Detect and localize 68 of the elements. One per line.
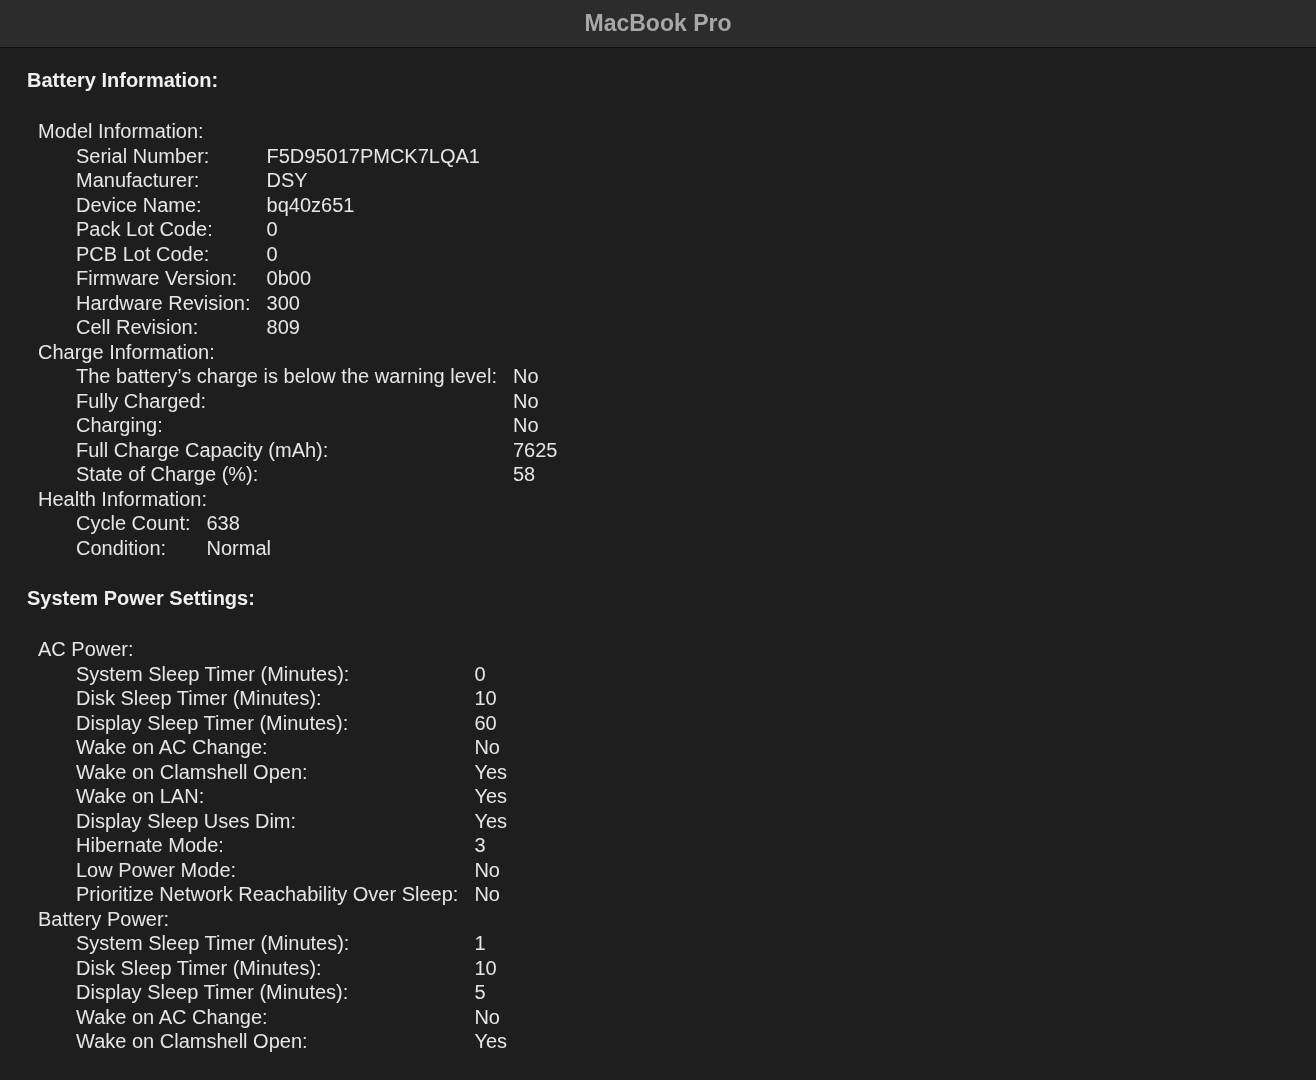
field-value: 300 [266, 290, 301, 315]
field-label: Disk Sleep Timer (Minutes): [75, 686, 323, 711]
field-value: 1 [474, 931, 487, 956]
group-label: AC Power: [38, 637, 135, 662]
field-value: 638 [206, 511, 241, 536]
field-label: Wake on LAN: [75, 784, 206, 809]
field-label: Firmware Version: [75, 266, 239, 291]
field-label: Hibernate Mode: [75, 833, 225, 858]
field-label: Full Charge Capacity (mAh): [75, 437, 330, 462]
field-value: 0b00 [266, 266, 312, 291]
group-label: Health Information: [38, 486, 208, 511]
field-value: 7625 [512, 437, 558, 462]
field-label: Low Power Mode: [75, 857, 238, 882]
field-value: 0 [474, 661, 487, 686]
group-label: Model Information: [38, 119, 205, 144]
field-value: Yes [474, 759, 507, 784]
field-label: Prioritize Network Reachability Over Sleep: [75, 882, 459, 907]
field-label: Device Name: [75, 192, 203, 217]
field-label: Display Sleep Timer (Minutes): [75, 980, 350, 1005]
field-value: Yes [474, 784, 507, 809]
field-label: Wake on Clamshell Open: [75, 759, 309, 784]
field-label: Wake on AC Change: [75, 735, 269, 760]
field-label: Charging: [75, 413, 164, 438]
field-value: No [474, 1004, 501, 1029]
field-value: 60 [474, 710, 498, 735]
field-label: System Sleep Timer (Minutes): [75, 661, 351, 686]
field-value: 0 [266, 241, 279, 266]
field-label: Wake on Clamshell Open: [75, 1029, 309, 1054]
field-label: Manufacturer: [75, 168, 201, 193]
field-label: Wake on AC Change: [75, 1004, 269, 1029]
field-label: State of Charge (%): [75, 462, 260, 487]
field-value: 3 [474, 833, 487, 858]
field-value: F5D95017PMCK7LQA1 [266, 143, 480, 168]
field-value: 5 [474, 980, 487, 1005]
field-value: 58 [512, 462, 537, 487]
field-value: No [512, 364, 540, 389]
field-label: Hardware Revision: [75, 290, 251, 315]
field-value: 0 [266, 217, 279, 242]
field-value: Yes [474, 1029, 507, 1054]
field-label: Serial Number: [75, 143, 211, 168]
field-value: No [512, 388, 540, 413]
field-label: Cell Revision: [75, 315, 200, 340]
field-label: PCB Lot Code: [75, 241, 211, 266]
group-label: Battery Power: [38, 906, 171, 931]
field-value: No [474, 735, 501, 760]
group-label: Charge Information: [38, 339, 216, 364]
section-heading: System Power Settings: [27, 586, 256, 611]
field-value: DSY [266, 168, 309, 193]
field-label: Display Sleep Timer (Minutes): [75, 710, 350, 735]
field-label: Display Sleep Uses Dim: [75, 808, 298, 833]
section-heading: Battery Information: [27, 68, 220, 93]
field-value: 809 [266, 315, 301, 340]
field-value: No [474, 882, 501, 907]
field-label: System Sleep Timer (Minutes): [75, 931, 351, 956]
field-label: Condition: [75, 535, 168, 560]
field-value: Yes [474, 808, 507, 833]
field-value: No [512, 413, 540, 438]
field-value: Normal [206, 535, 271, 560]
field-label: Fully Charged: [75, 388, 208, 413]
field-value: 10 [474, 686, 498, 711]
field-label: Pack Lot Code: [75, 217, 214, 242]
field-label: Cycle Count: [75, 511, 191, 536]
field-label: The battery’s charge is below the warning level: [75, 364, 497, 389]
field-label: Disk Sleep Timer (Minutes): [75, 955, 323, 980]
field-value: 10 [474, 955, 498, 980]
window-title: MacBook Pro [584, 10, 732, 37]
field-value: bq40z651 [266, 192, 356, 217]
field-value: No [474, 857, 501, 882]
